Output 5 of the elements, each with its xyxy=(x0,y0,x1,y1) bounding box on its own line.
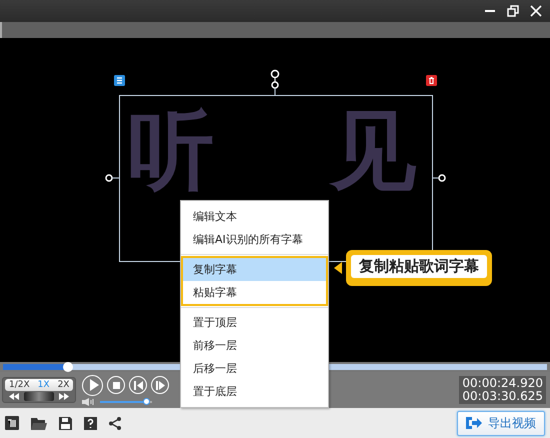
callout-text: 复制粘贴歌词字幕 xyxy=(351,255,487,278)
subtitle-text: 听 xyxy=(128,108,214,194)
total-time: 00:03:30.625 xyxy=(462,390,543,403)
current-time: 00:00:24.920 xyxy=(462,377,543,390)
subtitle-text: 见 xyxy=(330,108,416,194)
